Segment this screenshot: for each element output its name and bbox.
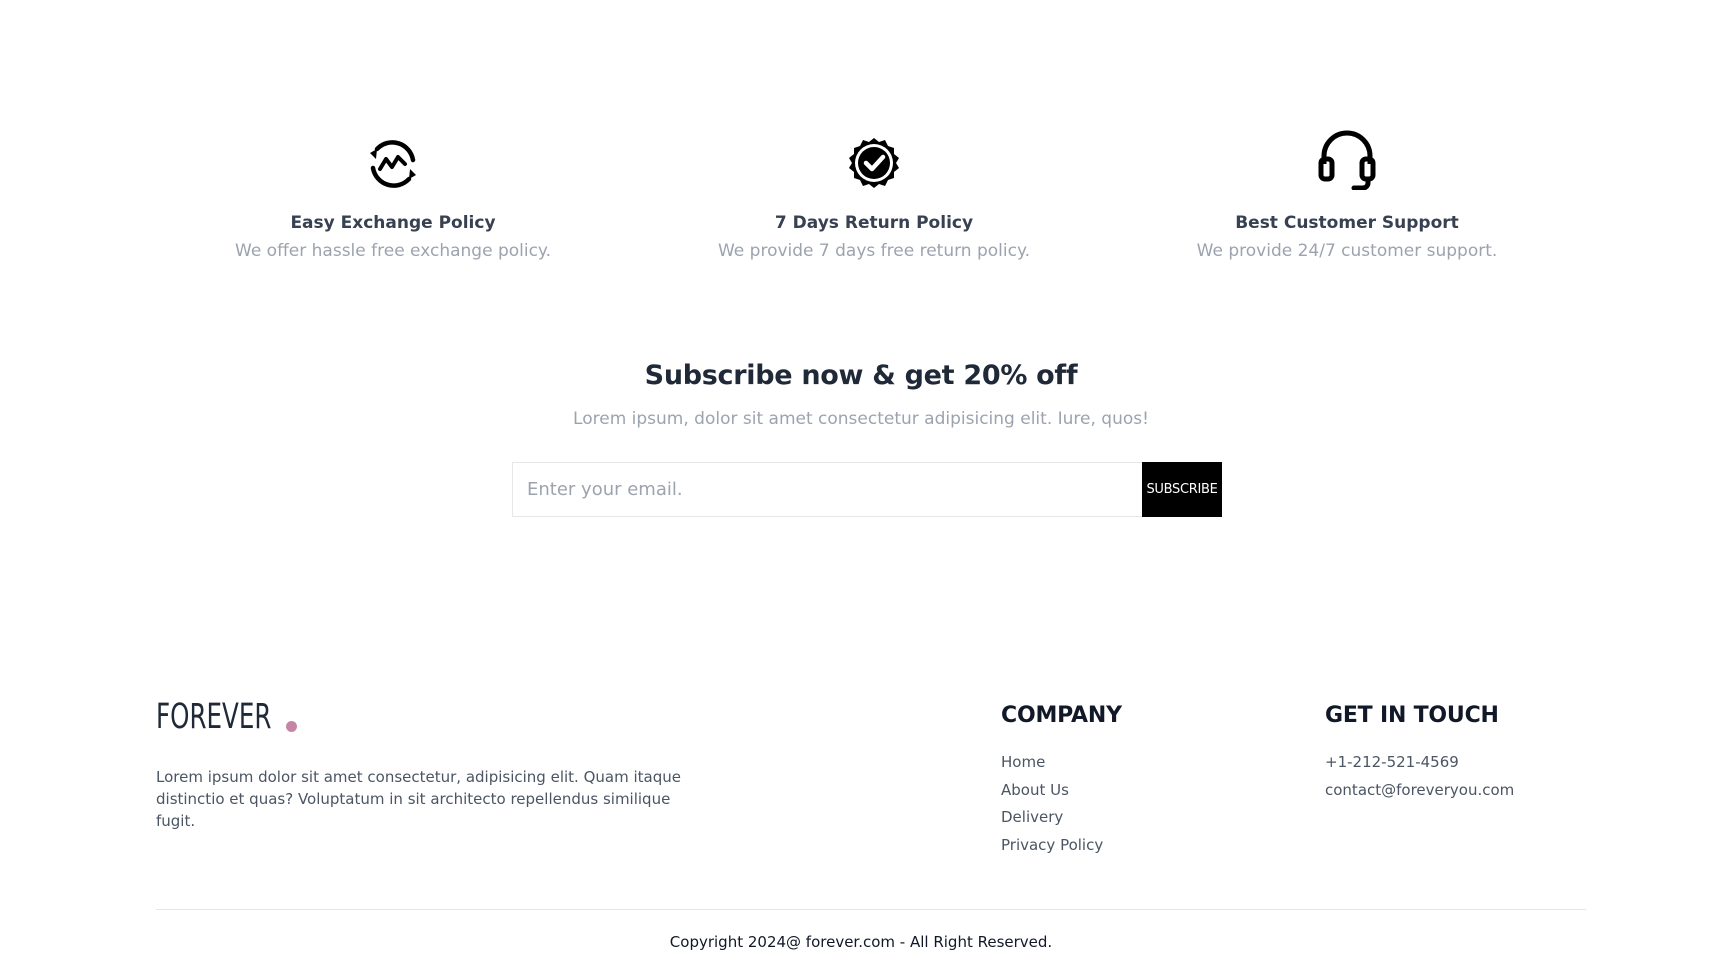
- footer-link-delivery[interactable]: Delivery: [1001, 806, 1122, 834]
- footer-logo[interactable]: FOREVER: [156, 697, 297, 737]
- company-links: Home About Us Delivery Privacy Policy: [1001, 751, 1122, 861]
- company-heading: COMPANY: [1001, 703, 1122, 728]
- exchange-icon: [367, 138, 419, 194]
- headset-icon: [1318, 130, 1376, 194]
- subscribe-section: Subscribe now & get 20% off Lorem ipsum,…: [0, 360, 1722, 429]
- policy-description: We offer hassle free exchange policy.: [235, 241, 551, 261]
- page: Easy Exchange Policy We offer hassle fre…: [0, 0, 1722, 966]
- policy-support: Best Customer Support We provide 24/7 cu…: [1127, 130, 1567, 261]
- policy-title: Best Customer Support: [1235, 213, 1459, 233]
- policy-return: 7 Days Return Policy We provide 7 days f…: [654, 130, 1094, 261]
- contact-phone: +1-212-521-4569: [1325, 753, 1459, 771]
- policy-title: Easy Exchange Policy: [290, 213, 496, 233]
- contact-heading: GET IN TOUCH: [1325, 703, 1499, 728]
- contact-email: contact@foreveryou.com: [1325, 780, 1515, 799]
- subscribe-heading: Subscribe now & get 20% off: [644, 360, 1078, 391]
- email-input[interactable]: [513, 463, 1142, 516]
- policy-description: We provide 24/7 customer support.: [1196, 241, 1498, 261]
- subscribe-subheading: Lorem ipsum, dolor sit amet consectetur …: [573, 409, 1149, 429]
- logo-dot: [286, 721, 297, 732]
- logo-text: FOREVER: [156, 697, 272, 737]
- footer-link-privacy-policy[interactable]: Privacy Policy: [1001, 834, 1122, 862]
- policies-section: Easy Exchange Policy We offer hassle fre…: [0, 130, 1722, 280]
- footer-divider: [156, 909, 1586, 910]
- subscribe-form: SUBSCRIBE: [512, 462, 1222, 517]
- footer-link-about-us[interactable]: About Us: [1001, 779, 1122, 807]
- policy-title: 7 Days Return Policy: [774, 213, 974, 233]
- copyright-text: Copyright 2024@ forever.com - All Right …: [669, 933, 1053, 951]
- contact-list: +1-212-521-4569 contact@foreveryou.com: [1325, 751, 1514, 806]
- policy-description: We provide 7 days free return policy.: [717, 241, 1030, 261]
- footer-contact: GET IN TOUCH +1-212-521-4569 contact@for…: [1325, 703, 1514, 806]
- footer-about-text: Lorem ipsum dolor sit amet consectetur, …: [156, 768, 681, 830]
- subscribe-button[interactable]: SUBSCRIBE: [1142, 462, 1222, 517]
- policy-exchange: Easy Exchange Policy We offer hassle fre…: [173, 130, 613, 261]
- footer-company: COMPANY Home About Us Delivery Privacy P…: [1001, 703, 1122, 861]
- footer-link-home[interactable]: Home: [1001, 751, 1122, 779]
- quality-badge-icon: [847, 136, 901, 194]
